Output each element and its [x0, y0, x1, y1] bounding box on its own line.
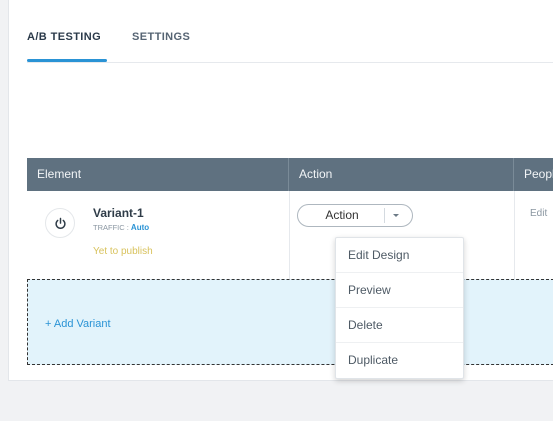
tab-settings[interactable]: SETTINGS: [132, 31, 190, 43]
tab-bar: A/B TESTING SETTINGS: [27, 0, 553, 63]
people-edit-link[interactable]: Edit: [530, 208, 547, 219]
add-variant-link[interactable]: + Add Variant: [45, 318, 111, 330]
chevron-down-icon: [393, 214, 399, 217]
menu-item-edit-design[interactable]: Edit Design: [336, 238, 463, 273]
action-dropdown[interactable]: Action: [297, 204, 413, 227]
traffic-info: TRAFFIC : Auto: [93, 223, 149, 232]
action-dropdown-label: Action: [325, 208, 359, 222]
publish-status: Yet to publish: [93, 246, 153, 257]
menu-item-delete[interactable]: Delete: [336, 308, 463, 343]
column-header-action: Action: [289, 158, 514, 191]
power-toggle-button[interactable]: [45, 208, 75, 238]
table-row: Variant-1 TRAFFIC : Auto Yet to publish …: [27, 191, 553, 279]
column-header-element: Element: [27, 158, 289, 191]
column-header-people: People: [524, 167, 553, 181]
variants-table: Element Action People Variant-1 TRAFFIC …: [27, 158, 553, 366]
active-tab-indicator: [27, 59, 107, 62]
add-variant-zone[interactable]: + Add Variant: [27, 279, 553, 365]
table-header: Element Action People: [27, 158, 553, 191]
action-dropdown-divider: [384, 208, 385, 223]
column-divider: [289, 191, 290, 279]
menu-item-duplicate[interactable]: Duplicate: [336, 343, 463, 378]
variant-name: Variant-1: [93, 206, 144, 220]
column-divider: [514, 191, 515, 279]
tab-ab-testing[interactable]: A/B TESTING: [27, 31, 101, 43]
traffic-label: TRAFFIC :: [93, 223, 131, 232]
traffic-value: Auto: [130, 223, 150, 232]
power-icon: [54, 217, 66, 229]
menu-item-preview[interactable]: Preview: [336, 273, 463, 308]
ab-testing-card: A/B TESTING SETTINGS Element Action Peop…: [8, 0, 553, 381]
action-menu: Edit Design Preview Delete Duplicate: [335, 237, 464, 379]
